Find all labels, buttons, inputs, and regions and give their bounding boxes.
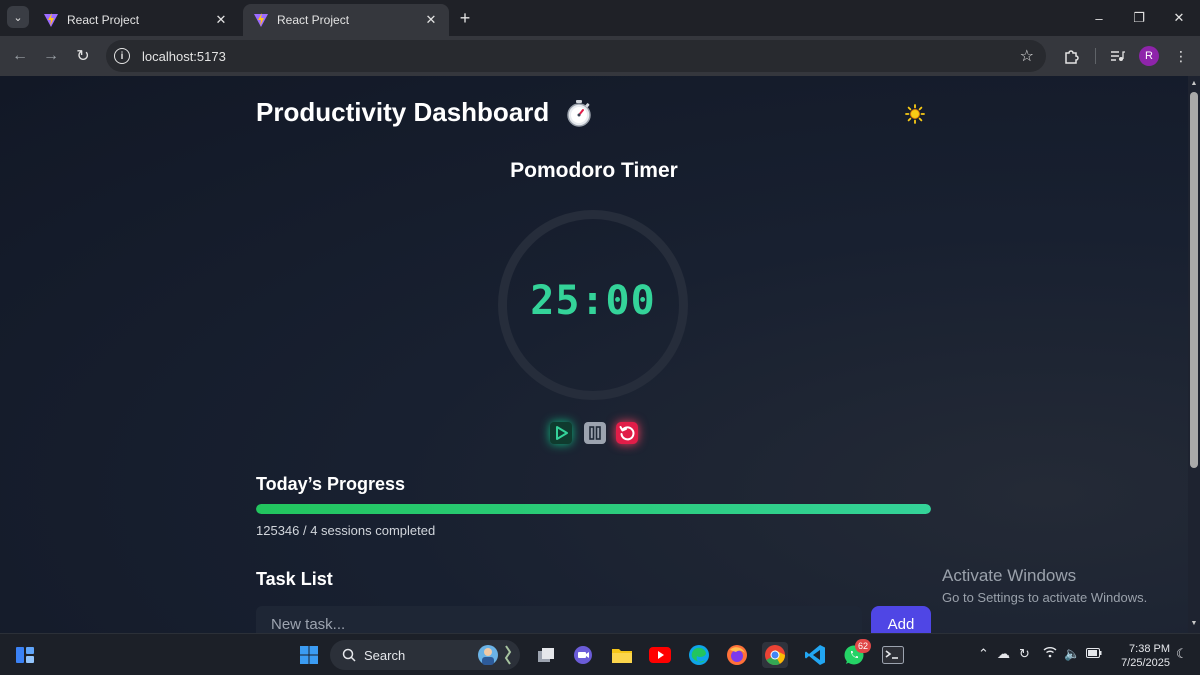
tab-title: React Project: [67, 13, 140, 27]
taskbar-search-box[interactable]: Search: [330, 640, 520, 670]
page-viewport: Productivity Dashboard Pomodoro Timer 25…: [0, 76, 1188, 633]
address-bar[interactable]: i localhost:5173 ☆: [106, 40, 1046, 72]
new-task-input[interactable]: [256, 606, 862, 633]
progress-summary: 125346 / 4 sessions completed: [256, 523, 436, 538]
search-highlight-icon: [478, 645, 512, 665]
vite-logo-icon: [254, 13, 268, 27]
media-control-icon[interactable]: [1106, 45, 1128, 67]
vscode-icon[interactable]: [802, 642, 828, 668]
browser-toolbar: ← → ↻ i localhost:5173 ☆ R ⋮: [0, 36, 1200, 76]
sun-icon[interactable]: [904, 103, 926, 125]
tab-react-project-1[interactable]: React Project ✕: [33, 4, 239, 36]
task-list-title: Task List: [256, 569, 333, 589]
toolbar-divider: [1095, 48, 1096, 64]
clock-time: 7:38 PM: [1129, 643, 1170, 655]
scrollbar-thumb[interactable]: [1190, 92, 1198, 468]
extensions-puzzle-icon[interactable]: [1060, 45, 1082, 67]
url-text: localhost:5173: [142, 48, 226, 64]
task-view-icon[interactable]: [533, 642, 559, 668]
tab-close-icon[interactable]: ✕: [423, 12, 439, 28]
clock-date: 7/25/2025: [1121, 657, 1170, 669]
volume-icon[interactable]: 🔈: [1064, 646, 1080, 662]
onedrive-cloud-icon[interactable]: ☁: [997, 646, 1010, 662]
profile-avatar[interactable]: R: [1139, 46, 1159, 66]
taskbar-clock[interactable]: 7:38 PM 7/25/2025: [1108, 642, 1170, 670]
search-icon: [342, 648, 356, 662]
tab-react-project-2[interactable]: React Project ✕: [243, 4, 449, 36]
search-label: Search: [364, 647, 406, 663]
chrome-icon[interactable]: [762, 642, 788, 668]
start-button[interactable]: [550, 422, 572, 444]
play-icon: [556, 426, 568, 440]
terminal-icon[interactable]: [880, 642, 906, 668]
edge-browser-icon[interactable]: [686, 642, 712, 668]
firefox-icon[interactable]: [724, 642, 750, 668]
progress-bar: [256, 504, 931, 514]
tab-search-button[interactable]: ⌄: [7, 6, 29, 28]
whatsapp-badge: 62: [855, 639, 871, 653]
minimize-icon[interactable]: –: [1086, 6, 1112, 30]
tab-title: React Project: [277, 13, 350, 27]
more-menu-icon[interactable]: ⋮: [1170, 45, 1192, 67]
tab-close-icon[interactable]: ✕: [213, 12, 229, 28]
site-info-icon[interactable]: i: [114, 48, 130, 64]
back-arrow-icon[interactable]: ←: [8, 44, 32, 68]
youtube-icon[interactable]: [647, 642, 673, 668]
dashboard-title: Productivity Dashboard: [256, 97, 550, 127]
teams-chat-icon[interactable]: [570, 642, 596, 668]
bookmark-star-icon[interactable]: ☆: [1020, 46, 1034, 66]
pomodoro-title: Pomodoro Timer: [510, 159, 678, 182]
watermark-line-1: Activate Windows: [942, 566, 1077, 585]
start-windows-icon[interactable]: [296, 642, 322, 668]
tray-chevron-up-icon[interactable]: ⌃: [978, 646, 989, 662]
activate-windows-watermark: Activate Windows Go to Settings to activ…: [942, 566, 1147, 605]
windows-taskbar: Search 62 ⌃ ☁ ↻ 🔈 7:38 PM 7/25/2025 ☾: [0, 633, 1200, 675]
scroll-up-arrow-icon[interactable]: ▲: [1188, 80, 1200, 90]
stopwatch-icon: [567, 100, 591, 127]
new-tab-button[interactable]: +: [455, 8, 475, 28]
sync-icon[interactable]: ↻: [1019, 646, 1030, 662]
progress-title: Today’s Progress: [256, 474, 406, 494]
notifications-moon-icon[interactable]: ☾: [1176, 646, 1188, 662]
wifi-icon[interactable]: [1043, 646, 1057, 661]
vite-logo-icon: [44, 13, 58, 27]
watermark-line-2: Go to Settings to activate Windows.: [942, 590, 1148, 605]
restore-icon[interactable]: ❐: [1126, 6, 1152, 30]
reset-icon: [619, 426, 635, 441]
file-explorer-icon[interactable]: [609, 642, 635, 668]
pause-button[interactable]: [584, 422, 606, 444]
reload-icon[interactable]: ↻: [71, 44, 95, 68]
progress-bar-fill: [256, 504, 931, 514]
reset-button[interactable]: [616, 422, 638, 444]
timer-display: 25:00: [530, 278, 656, 324]
browser-tab-bar: ⌄ React Project ✕ React Project ✕ + – ❐ …: [0, 0, 1200, 36]
battery-icon[interactable]: [1086, 646, 1102, 661]
add-task-button[interactable]: Add: [871, 606, 931, 633]
forward-arrow-icon[interactable]: →: [39, 44, 63, 68]
pause-icon: [589, 426, 601, 440]
widgets-icon[interactable]: [12, 642, 38, 668]
scroll-down-arrow-icon[interactable]: ▼: [1188, 620, 1200, 630]
window-close-icon[interactable]: ✕: [1166, 6, 1192, 30]
